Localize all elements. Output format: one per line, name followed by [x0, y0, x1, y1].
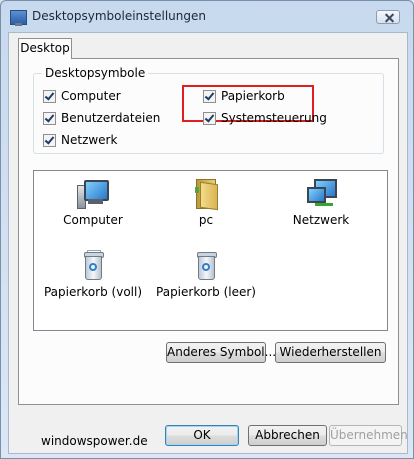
dialog-client: Desktop Desktopsymbole Computer Papierko…	[8, 32, 408, 454]
close-button[interactable]	[376, 10, 400, 24]
list-item-label: pc	[198, 213, 214, 227]
list-item-recycle-bin-empty[interactable]: Papierkorb (leer)	[156, 249, 256, 299]
user-folder-icon	[190, 177, 222, 211]
recycle-bin-full-icon	[77, 249, 109, 281]
tab-desktop[interactable]: Desktop	[18, 38, 72, 59]
list-item-label: Computer	[63, 213, 123, 227]
desktop-icons-group: Desktopsymbole Computer Papierkorb Benut…	[33, 66, 384, 154]
checkbox-label: Netzwerk	[61, 133, 118, 147]
list-item-computer[interactable]: Computer	[43, 177, 143, 227]
checkbox-label: Systemsteuerung	[221, 111, 327, 125]
apply-button[interactable]: Übernehmen	[329, 425, 408, 446]
window-title: Desktopsymboleinstellungen	[32, 9, 206, 23]
list-item-label: Papierkorb (voll)	[43, 285, 143, 299]
group-legend: Desktopsymbole	[42, 66, 149, 80]
cancel-button[interactable]: Abbrechen	[248, 425, 327, 446]
checkbox-checked-icon[interactable]	[43, 133, 56, 147]
recycle-bin-empty-icon	[190, 249, 222, 281]
icon-list[interactable]: Computer pc Netzwerk Papierkorb (voll) P…	[33, 170, 388, 331]
checkbox-network[interactable]: Netzwerk	[43, 133, 117, 147]
checkbox-label: Benutzerdateien	[61, 111, 161, 125]
display-settings-icon	[10, 10, 27, 26]
list-item-label: Papierkorb (leer)	[156, 285, 256, 299]
checkbox-checked-icon[interactable]	[203, 111, 216, 125]
checkbox-user-files[interactable]: Benutzerdateien	[43, 111, 160, 125]
change-icon-button[interactable]: Anderes Symbol...	[166, 342, 276, 363]
network-icon	[305, 177, 337, 209]
watermark-text: windowspower.de	[41, 434, 148, 448]
checkbox-checked-icon[interactable]	[43, 89, 56, 103]
checkbox-computer[interactable]: Computer	[43, 89, 121, 103]
computer-icon	[77, 177, 109, 209]
list-item-recycle-bin-full[interactable]: Papierkorb (voll)	[43, 249, 143, 299]
tab-panel-desktop: Desktopsymbole Computer Papierkorb Benut…	[18, 58, 399, 405]
checkbox-label: Computer	[61, 89, 121, 103]
ok-button[interactable]: OK	[165, 425, 239, 446]
checkbox-checked-icon[interactable]	[43, 111, 56, 125]
dialog-window: Desktopsymboleinstellungen Desktop Deskt…	[0, 0, 414, 459]
list-item-user-folder[interactable]: pc	[156, 177, 256, 227]
list-item-network[interactable]: Netzwerk	[271, 177, 371, 227]
title-bar[interactable]: Desktopsymboleinstellungen	[1, 1, 413, 31]
restore-default-button[interactable]: Wiederherstellen	[275, 342, 386, 363]
checkbox-control-panel[interactable]: Systemsteuerung	[203, 111, 327, 125]
list-item-label: Netzwerk	[292, 213, 350, 227]
